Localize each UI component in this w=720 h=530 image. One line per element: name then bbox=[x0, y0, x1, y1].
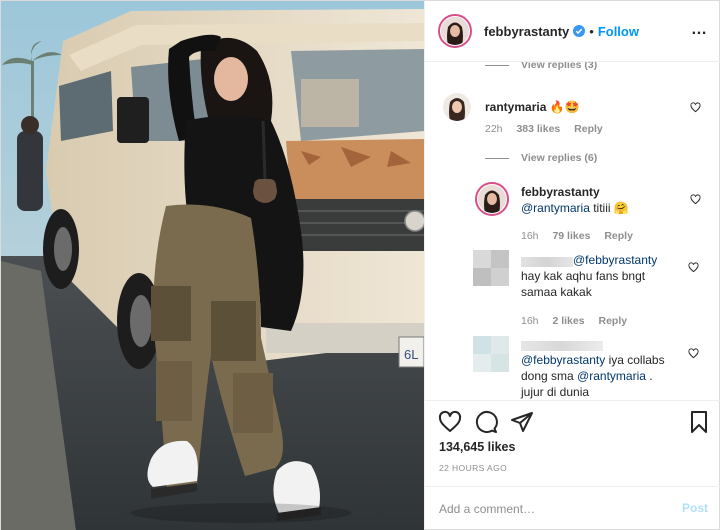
post-modal: 6L febbyrastanty • Follow … View replies… bbox=[0, 0, 720, 530]
license-plate-text: 6L bbox=[404, 347, 418, 362]
header-separator: • bbox=[589, 23, 594, 39]
blurred-avatar[interactable] bbox=[473, 250, 509, 286]
reply-text-3c: jujur di dunia bbox=[521, 385, 590, 399]
comment-text: 🔥🤩 bbox=[549, 100, 580, 114]
comment-username[interactable]: rantymaria bbox=[485, 100, 546, 114]
reply-reply-button-2[interactable]: Reply bbox=[599, 315, 628, 327]
follow-button[interactable]: Follow bbox=[598, 24, 639, 39]
reply-item-blurred-2: @febbyrastanty iya collabs dong sma @ran… bbox=[473, 336, 713, 400]
author-avatar-image bbox=[441, 17, 469, 45]
comment-composer: Post bbox=[425, 486, 720, 530]
post-photo[interactable]: 6L bbox=[1, 1, 424, 530]
more-options-icon[interactable]: … bbox=[691, 21, 708, 39]
post-side-panel: febbyrastanty • Follow … View replies (3… bbox=[424, 1, 720, 530]
reply-reply-button[interactable]: Reply bbox=[604, 230, 633, 242]
reply-like-heart-icon[interactable] bbox=[690, 194, 701, 205]
view-replies-label: View replies (3) bbox=[521, 62, 598, 71]
blurred-username-2[interactable] bbox=[521, 341, 603, 351]
heart-icon[interactable] bbox=[438, 410, 462, 434]
comments-list[interactable]: View replies (3) rantymaria 🔥🤩 22h 383 l… bbox=[425, 62, 720, 400]
reply-button[interactable]: Reply bbox=[574, 123, 603, 135]
reply-time-2[interactable]: 16h bbox=[521, 315, 539, 327]
comment-icon[interactable] bbox=[474, 410, 498, 434]
reply-like-heart-icon-2[interactable] bbox=[688, 262, 699, 273]
reply-like-heart-icon-3[interactable] bbox=[688, 348, 699, 359]
post-comment-button[interactable]: Post bbox=[682, 501, 708, 515]
reply-mention-3a[interactable]: @febbyrastanty bbox=[521, 353, 605, 367]
comment-like-heart-icon[interactable] bbox=[690, 102, 701, 113]
reply-likes-2[interactable]: 2 likes bbox=[552, 315, 584, 327]
reply-text: titiii 🤗 bbox=[589, 201, 629, 215]
blurred-avatar-2[interactable] bbox=[473, 336, 509, 372]
share-icon[interactable] bbox=[510, 410, 534, 434]
reply-mention[interactable]: @rantymaria bbox=[521, 201, 590, 215]
post-header: febbyrastanty • Follow … bbox=[425, 1, 720, 62]
verified-badge-icon bbox=[573, 25, 586, 37]
view-replies-toggle-2[interactable]: View replies (6) bbox=[485, 152, 597, 164]
reply-mention-3b[interactable]: @rantymaria bbox=[577, 369, 646, 383]
reply-author-avatar[interactable] bbox=[475, 182, 509, 216]
bookmark-icon[interactable] bbox=[687, 410, 711, 434]
reply-item: febbyrastanty @rantymaria titiii 🤗 16h 7… bbox=[475, 182, 715, 242]
likes-count[interactable]: 134,645 likes bbox=[439, 440, 515, 454]
author-avatar[interactable] bbox=[438, 14, 472, 48]
reply-time[interactable]: 16h bbox=[521, 230, 539, 242]
reply-text-3b: . bbox=[645, 369, 653, 383]
view-replies-label-2: View replies (6) bbox=[521, 152, 598, 164]
comment-input[interactable] bbox=[439, 499, 659, 519]
view-replies-toggle[interactable]: View replies (3) bbox=[485, 62, 597, 71]
reply-likes[interactable]: 79 likes bbox=[552, 230, 590, 242]
reply-username[interactable]: febbyrastanty bbox=[521, 184, 681, 200]
post-timestamp[interactable]: 22 HOURS AGO bbox=[439, 463, 507, 473]
post-actions: 134,645 likes 22 HOURS AGO bbox=[425, 400, 720, 490]
comment-item: rantymaria 🔥🤩 22h 383 likes Reply bbox=[443, 93, 713, 143]
post-photo-illustration: 6L bbox=[1, 1, 424, 530]
commenter-avatar[interactable] bbox=[443, 93, 471, 121]
reply-text-2: hay kak aqhu fans bngt samaa kakak bbox=[521, 269, 646, 299]
reply-mention-2[interactable]: @febbyrastanty bbox=[573, 253, 657, 267]
reply-item-blurred: @febbyrastanty hay kak aqhu fans bngt sa… bbox=[473, 250, 713, 330]
comment-likes[interactable]: 383 likes bbox=[516, 123, 560, 135]
author-username[interactable]: febbyrastanty bbox=[484, 24, 569, 39]
comment-time[interactable]: 22h bbox=[485, 123, 503, 135]
